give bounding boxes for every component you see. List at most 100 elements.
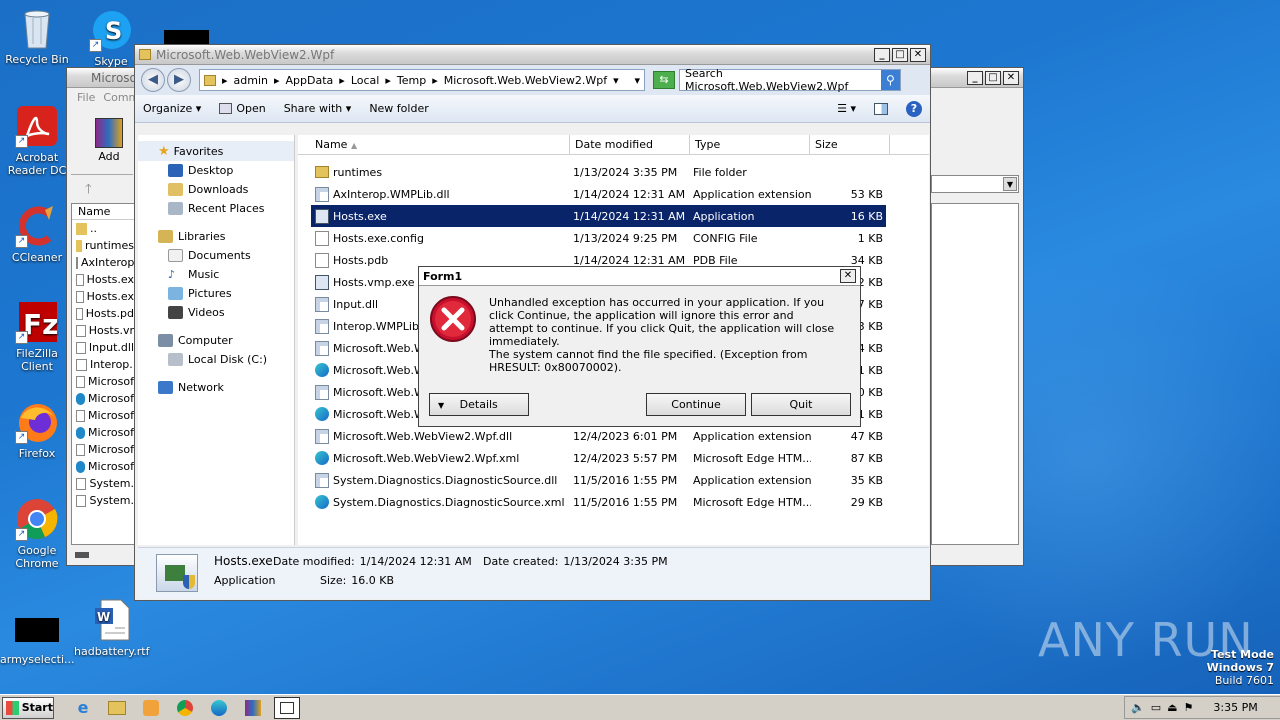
- list-item[interactable]: ..: [72, 220, 134, 237]
- list-item[interactable]: Interop.: [72, 356, 134, 373]
- open-button[interactable]: Open: [219, 102, 266, 115]
- list-item[interactable]: Microsof: [72, 441, 134, 458]
- add-archive-button[interactable]: Add: [89, 118, 129, 163]
- flag-icon[interactable]: ⚑: [1184, 701, 1194, 714]
- desktop-icon-hadbattery[interactable]: W hadbattery.rtf: [74, 598, 149, 658]
- maximize-button[interactable]: □: [892, 47, 908, 62]
- table-row[interactable]: Hosts.exe.config 1/13/2024 9:25 PM CONFIG …: [311, 227, 886, 249]
- ie-taskbar-icon[interactable]: e: [70, 697, 96, 719]
- breadcrumb-temp[interactable]: Temp: [397, 74, 426, 87]
- nav-local-disk[interactable]: Local Disk (C:): [168, 350, 294, 369]
- organize-button[interactable]: Organize ▾: [143, 102, 201, 115]
- list-item[interactable]: Input.dll: [72, 339, 134, 356]
- winrar-taskbar-icon[interactable]: [240, 697, 266, 719]
- list-item[interactable]: System.: [72, 475, 134, 492]
- nav-desktop[interactable]: Desktop: [168, 161, 294, 180]
- desktop-icon-armyselection[interactable]: armyselecti...: [0, 614, 75, 666]
- dialog-titlebar[interactable]: Form1 ✕: [419, 267, 860, 286]
- list-item[interactable]: Microsof: [72, 390, 134, 407]
- breadcrumb-local[interactable]: Local: [351, 74, 380, 87]
- details-button[interactable]: ▼ Details: [429, 393, 529, 416]
- help-icon[interactable]: ?: [906, 100, 922, 117]
- table-row[interactable]: Hosts.exe 1/14/2024 12:31 AM Application 16…: [311, 205, 886, 227]
- refresh-icon[interactable]: ⇆: [653, 71, 675, 89]
- desktop-icon-acrobat[interactable]: ↗ Acrobat Reader DC: [0, 104, 74, 177]
- edge-taskbar-icon[interactable]: [206, 697, 232, 719]
- speaker-icon[interactable]: 🔈: [1131, 701, 1145, 714]
- background-combo[interactable]: ▼: [931, 175, 1019, 193]
- minimize-button[interactable]: _: [967, 70, 983, 85]
- list-item[interactable]: Microsof: [72, 373, 134, 390]
- list-item[interactable]: AxInterop: [72, 254, 134, 271]
- list-item[interactable]: Hosts.vr: [72, 322, 134, 339]
- chevron-down-icon[interactable]: ▾: [634, 74, 640, 87]
- chevron-down-icon[interactable]: ▼: [1003, 177, 1017, 191]
- table-row[interactable]: System.Diagnostics.DiagnosticSource.dll 1…: [311, 469, 886, 491]
- nav-network[interactable]: Network: [158, 378, 294, 397]
- list-item[interactable]: Microsof: [72, 407, 134, 424]
- network-tray-icon[interactable]: ▭: [1151, 701, 1161, 714]
- list-item[interactable]: Microsof: [72, 424, 134, 441]
- list-item[interactable]: System.: [72, 492, 134, 509]
- clock[interactable]: 3:35 PM: [1213, 701, 1257, 714]
- share-with-button[interactable]: Share with ▾: [284, 102, 352, 115]
- table-row[interactable]: runtimes 1/13/2024 3:35 PM File folder: [311, 161, 886, 183]
- table-row[interactable]: System.Diagnostics.DiagnosticSource.xml 1…: [311, 491, 886, 513]
- form1-taskbar-button[interactable]: [274, 696, 300, 719]
- desktop-icon-filezilla[interactable]: Fz ↗ FileZilla Client: [0, 300, 74, 373]
- back-button[interactable]: ◀: [141, 68, 165, 92]
- column-type[interactable]: Type: [690, 135, 810, 154]
- error-dialog[interactable]: Form1 ✕ Unhandled exception has occurred…: [418, 266, 861, 427]
- start-button[interactable]: Start: [2, 696, 54, 719]
- views-icon[interactable]: ☰ ▾: [837, 102, 856, 115]
- search-icon[interactable]: ⚲: [880, 70, 900, 90]
- continue-button[interactable]: Continue: [646, 393, 746, 416]
- explorer-taskbar-icon[interactable]: [104, 697, 130, 719]
- menu-file[interactable]: File: [77, 91, 95, 104]
- list-item[interactable]: runtimes: [72, 237, 134, 254]
- minimize-button[interactable]: _: [874, 47, 890, 62]
- breadcrumb-appdata[interactable]: AppData: [286, 74, 334, 87]
- chrome-taskbar-icon[interactable]: [172, 697, 198, 719]
- address-bar[interactable]: ▸ admin ▸ AppData ▸ Local ▸ Temp ▸ Micro…: [199, 69, 645, 91]
- column-date[interactable]: Date modified: [570, 135, 690, 154]
- table-row[interactable]: Microsoft.Web.WebView2.Wpf.xml 12/4/2023 …: [311, 447, 886, 469]
- quit-button[interactable]: Quit: [751, 393, 851, 416]
- name-column-header[interactable]: Name: [72, 204, 134, 220]
- nav-libraries[interactable]: Libraries: [158, 227, 294, 246]
- desktop-icon-chrome[interactable]: ↗ Google Chrome: [0, 497, 74, 570]
- explorer-titlebar[interactable]: Microsoft.Web.WebView2.Wpf _ □ ✕: [135, 45, 930, 65]
- nav-music[interactable]: ♪ Music: [168, 265, 294, 284]
- column-name[interactable]: Name ▲: [310, 135, 570, 154]
- dialog-close-button[interactable]: ✕: [840, 269, 856, 283]
- search-input[interactable]: Search Microsoft.Web.WebView2.Wpf ⚲: [679, 67, 901, 93]
- breadcrumb-admin[interactable]: admin: [234, 74, 268, 87]
- close-button[interactable]: ✕: [1003, 70, 1019, 85]
- preview-pane-icon[interactable]: [874, 102, 888, 115]
- nav-computer[interactable]: Computer: [158, 331, 294, 350]
- nav-videos[interactable]: Videos: [168, 303, 294, 322]
- list-item[interactable]: Hosts.pd: [72, 305, 134, 322]
- usb-icon[interactable]: ⏏: [1167, 701, 1177, 714]
- column-size[interactable]: Size: [810, 135, 890, 154]
- table-row[interactable]: Microsoft.Web.WebView2.Wpf.dll 12/4/2023 …: [311, 425, 886, 447]
- list-item[interactable]: Hosts.ex: [72, 271, 134, 288]
- desktop-icon-ccleaner[interactable]: ↗ CCleaner: [0, 204, 74, 264]
- desktop-icon-firefox[interactable]: ↗ Firefox: [0, 400, 74, 460]
- nav-pictures[interactable]: Pictures: [168, 284, 294, 303]
- forward-button[interactable]: ▶: [167, 68, 191, 92]
- nav-downloads[interactable]: Downloads: [168, 180, 294, 199]
- list-item[interactable]: Hosts.ex: [72, 288, 134, 305]
- up-arrow-icon[interactable]: 🡑: [85, 180, 92, 202]
- close-button[interactable]: ✕: [910, 47, 926, 62]
- nav-recent-places[interactable]: Recent Places: [168, 199, 294, 218]
- media-player-taskbar-icon[interactable]: [138, 697, 164, 719]
- list-item[interactable]: Microsof: [72, 458, 134, 475]
- nav-favorites[interactable]: ★ Favorites: [138, 141, 294, 161]
- desktop-icon-recycle-bin[interactable]: Recycle Bin: [0, 6, 74, 66]
- table-row[interactable]: AxInterop.WMPLib.dll 1/14/2024 12:31 AM Ap…: [311, 183, 886, 205]
- maximize-button[interactable]: □: [985, 70, 1001, 85]
- nav-documents[interactable]: Documents: [168, 246, 294, 265]
- breadcrumb-current[interactable]: Microsoft.Web.WebView2.Wpf: [444, 74, 607, 87]
- new-folder-button[interactable]: New folder: [369, 102, 428, 115]
